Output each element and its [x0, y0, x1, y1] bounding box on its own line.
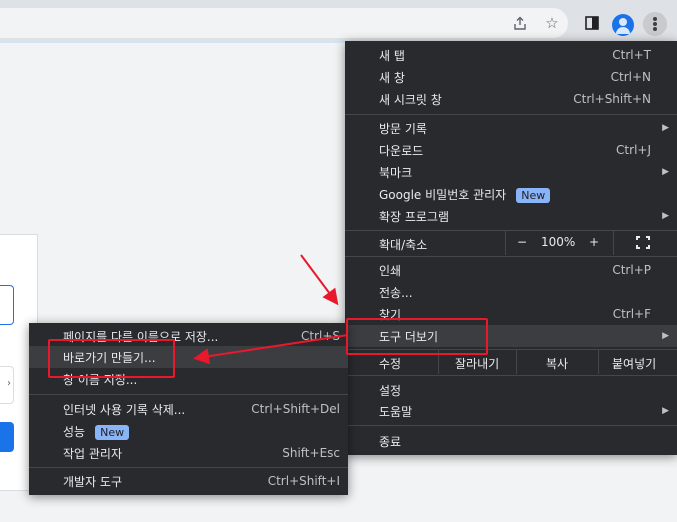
menu-item-extensions[interactable]: 확장 프로그램 ▶ [345, 205, 677, 227]
menu-item-name-window[interactable]: 창 이름 지정... [29, 368, 348, 390]
menu-shortcut: Ctrl+N [610, 70, 651, 84]
zoom-row: 확대/축소 − 100% + [345, 231, 677, 255]
menu-item-label: 페이지를 다른 이름으로 저장... [63, 329, 219, 344]
menu-item-label: 성능 New [63, 423, 130, 440]
edit-divider [438, 350, 439, 374]
menu-separator [29, 467, 348, 468]
menu-separator [345, 114, 677, 115]
menu-item-incognito[interactable]: 새 시크릿 창 Ctrl+Shift+N [345, 88, 677, 110]
menu-item-print[interactable]: 인쇄 Ctrl+P [345, 259, 677, 281]
menu-item-label: 확장 프로그램 [379, 209, 450, 224]
zoom-out-button[interactable]: − [517, 235, 527, 249]
menu-item-label: 새 탭 [379, 48, 405, 63]
menu-item-downloads[interactable]: 다운로드 Ctrl+J [345, 139, 677, 161]
menu-item-more-tools[interactable]: 도구 더보기 ▶ [345, 325, 677, 347]
submenu-arrow-icon: ▶ [662, 331, 669, 341]
edit-divider [598, 350, 599, 374]
menu-item-label: 설정 [379, 383, 402, 398]
zoom-in-button[interactable]: + [589, 235, 599, 249]
cut-button[interactable]: 잘라내기 [455, 355, 499, 372]
paste-button[interactable]: 붙여넣기 [612, 355, 656, 372]
browser-toolbar: ☆ [0, 0, 677, 43]
menu-item-password-manager[interactable]: Google 비밀번호 관리자 New [345, 183, 677, 205]
zoom-divider [505, 231, 506, 255]
menu-item-label: Google 비밀번호 관리자 New [379, 186, 551, 203]
menu-item-task-manager[interactable]: 작업 관리자 Shift+Esc [29, 442, 348, 464]
edit-row: 수정 잘라내기 복사 붙여넣기 [345, 350, 677, 374]
menu-item-label: 찾기 [379, 307, 402, 322]
menu-item-settings[interactable]: 설정 [345, 379, 677, 401]
share-icon[interactable] [510, 13, 530, 33]
text-input-focused[interactable] [0, 285, 14, 325]
menu-item-exit[interactable]: 종료 [345, 430, 677, 452]
menu-item-label: 작업 관리자 [63, 446, 123, 461]
submenu-arrow-icon: ▶ [662, 123, 669, 133]
menu-item-save-page[interactable]: 페이지를 다른 이름으로 저장... Ctrl+S [29, 325, 348, 347]
menu-shortcut: Ctrl+Shift+Del [251, 402, 340, 416]
menu-item-cast[interactable]: 전송... [345, 281, 677, 303]
menu-shortcut: Shift+Esc [282, 446, 340, 460]
menu-shortcut: Ctrl+S [300, 329, 340, 343]
menu-item-clear-browsing-data[interactable]: 인터넷 사용 기록 삭제... Ctrl+Shift+Del [29, 398, 348, 420]
edit-divider [516, 350, 517, 374]
menu-item-help[interactable]: 도움말 ▶ [345, 400, 677, 422]
menu-shortcut: Ctrl+Shift+I [267, 474, 340, 488]
menu-item-label: 북마크 [379, 165, 413, 180]
menu-item-label: 종료 [379, 434, 402, 449]
edit-label: 수정 [379, 357, 402, 371]
new-badge: New [516, 187, 551, 203]
menu-separator [29, 394, 348, 395]
chrome-main-menu: 새 탭 Ctrl+T 새 창 Ctrl+N 새 시크릿 창 Ctrl+Shift… [345, 41, 677, 455]
menu-item-label: 인쇄 [379, 263, 402, 278]
password-label: Google 비밀번호 관리자 [379, 187, 507, 202]
menu-shortcut: Ctrl+J [616, 143, 651, 157]
address-bar[interactable] [0, 8, 568, 38]
zoom-level: 100% [541, 235, 576, 249]
new-badge: New [95, 424, 130, 440]
menu-item-new-tab[interactable]: 새 탭 Ctrl+T [345, 44, 677, 66]
chevron-right-icon: › [7, 378, 11, 389]
menu-item-bookmarks[interactable]: 북마크 ▶ [345, 161, 677, 183]
menu-item-label: 도움말 [379, 404, 413, 419]
copy-button[interactable]: 복사 [546, 355, 568, 372]
menu-item-label: 새 시크릿 창 [379, 92, 442, 107]
menu-item-find[interactable]: 찾기 Ctrl+F [345, 303, 677, 325]
menu-item-create-shortcut[interactable]: 바로가기 만들기... [29, 346, 348, 368]
menu-item-label: 도구 더보기 [379, 329, 439, 344]
menu-shortcut: Ctrl+T [612, 48, 651, 62]
zoom-label: 확대/축소 [379, 238, 428, 252]
side-panel-icon[interactable] [582, 13, 602, 33]
menu-item-label: 전송... [379, 285, 413, 300]
menu-item-new-window[interactable]: 새 창 Ctrl+N [345, 66, 677, 88]
profile-icon[interactable] [612, 14, 634, 36]
kebab-menu-icon[interactable] [643, 12, 667, 36]
menu-item-label: 다운로드 [379, 143, 424, 158]
menu-item-label: 인터넷 사용 기록 삭제... [63, 402, 186, 417]
zoom-divider [613, 231, 614, 255]
menu-item-label: 방문 기록 [379, 121, 427, 136]
menu-item-dev-tools[interactable]: 개발자 도구 Ctrl+Shift+I [29, 470, 348, 492]
menu-shortcut: Ctrl+Shift+N [573, 92, 651, 106]
select-input[interactable]: › [0, 366, 14, 404]
submenu-arrow-icon: ▶ [662, 167, 669, 177]
submenu-arrow-icon: ▶ [662, 406, 669, 416]
menu-item-label: 바로가기 만들기... [63, 350, 156, 365]
menu-item-performance[interactable]: 성능 New [29, 420, 348, 442]
menu-item-label: 창 이름 지정... [63, 372, 138, 387]
fullscreen-icon[interactable] [636, 236, 650, 249]
menu-shortcut: Ctrl+P [612, 263, 651, 277]
star-icon[interactable]: ☆ [542, 13, 562, 33]
menu-separator [345, 375, 677, 376]
menu-shortcut: Ctrl+F [612, 307, 651, 321]
menu-item-label: 개발자 도구 [63, 474, 123, 489]
menu-separator [345, 425, 677, 426]
primary-button[interactable] [0, 422, 14, 452]
menu-item-history[interactable]: 방문 기록 ▶ [345, 117, 677, 139]
menu-separator [345, 256, 677, 257]
performance-label: 성능 [63, 424, 86, 439]
submenu-arrow-icon: ▶ [662, 211, 669, 221]
menu-item-label: 새 창 [379, 70, 405, 85]
more-tools-submenu: 페이지를 다른 이름으로 저장... Ctrl+S 바로가기 만들기... 창 … [29, 323, 348, 495]
